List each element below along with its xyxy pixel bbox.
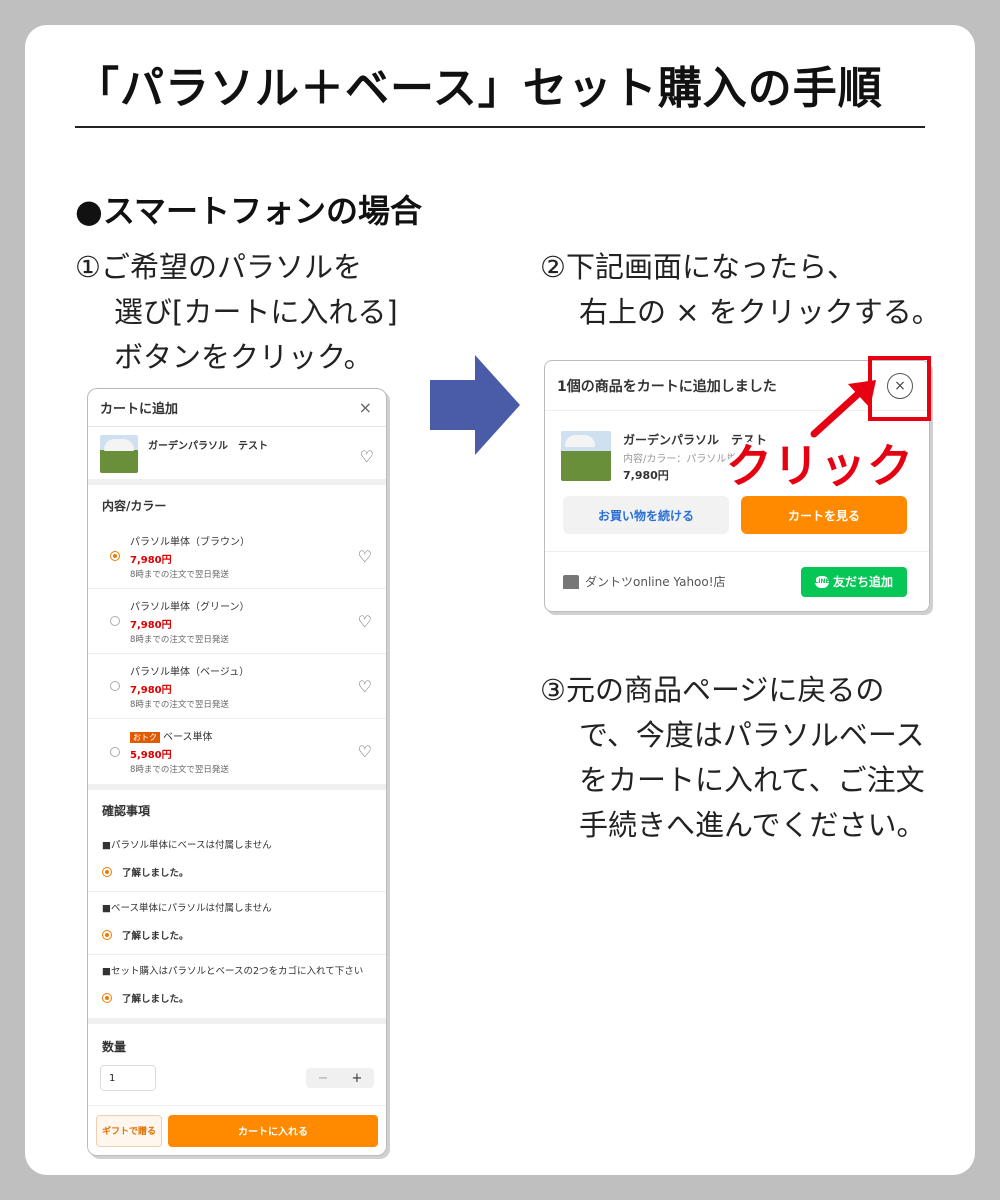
minus-icon[interactable]: −: [318, 1071, 329, 1086]
quantity-row: 1 − +: [88, 1065, 386, 1101]
heart-icon[interactable]: ♡: [358, 677, 372, 696]
radio-icon[interactable]: [110, 616, 120, 626]
heart-icon[interactable]: ♡: [360, 447, 374, 466]
heart-icon[interactable]: ♡: [358, 612, 372, 631]
step-2-line-2: 右上の × をクリックする。: [579, 295, 941, 329]
variant-price: 7,980円: [130, 554, 172, 566]
step-2-line-1: ②下記画面になったら、: [540, 250, 856, 284]
step-3-line-1: ③元の商品ページに戻るの: [540, 673, 885, 707]
line-icon: LINE: [814, 575, 830, 588]
confirm-text: ■パラソル単体にベースは付属しません: [102, 840, 272, 851]
step-2-text: ②下記画面になったら、 右上の × をクリックする。: [540, 245, 941, 335]
product-thumbnail: [561, 431, 611, 481]
step-1-line-2: 選び[カートに入れる]: [114, 295, 398, 329]
step-1-line-1: ①ご希望のパラソルを: [75, 250, 362, 284]
panel-footer: ギフトで贈る カートに入れる: [88, 1105, 386, 1155]
product-name: ガーデンパラソル テスト: [148, 441, 268, 452]
deal-badge: おトク: [130, 732, 160, 743]
confirm-option[interactable]: 了解しました。: [102, 928, 372, 942]
variant-option[interactable]: おトク ベース単体 5,980円 8時までの注文で翌日発送 ♡: [88, 719, 386, 784]
quantity-title: 数量: [102, 1040, 127, 1054]
product-thumbnail: [100, 435, 138, 473]
close-icon[interactable]: ×: [359, 398, 372, 417]
variant-option[interactable]: パラソル単体（ベージュ） 7,980円 8時までの注文で翌日発送 ♡: [88, 654, 386, 719]
step-3-line-4: 手続きへ進んでください。: [579, 808, 926, 842]
page-title: 「パラソル＋ベース」セット購入の手順: [75, 63, 883, 114]
confirm-item: ■セット購入はパラソルとベースの2つをカゴに入れて下さい 了解しました。: [88, 955, 386, 1018]
variant-name: パラソル単体（ブラウン）: [130, 536, 250, 548]
confirm-text: ■セット購入はパラソルとベースの2つをカゴに入れて下さい: [102, 966, 364, 977]
step-3-line-3: をカートに入れて、ご注文: [579, 763, 925, 797]
add-to-cart-panel: カートに追加 × ガーデンパラソル テスト ♡ 内容/カラー パラソル単体（ブラ…: [87, 388, 387, 1156]
gift-button[interactable]: ギフトで贈る: [96, 1114, 162, 1147]
radio-icon[interactable]: [110, 746, 120, 757]
title-divider: [75, 126, 925, 128]
variant-name: ベース単体: [163, 732, 213, 743]
quantity-stepper: − +: [306, 1068, 374, 1088]
variant-section-title: 内容/カラー: [102, 499, 167, 513]
store-icon: [563, 574, 579, 589]
add-to-cart-button[interactable]: カートに入れる: [168, 1114, 378, 1147]
confirm-ok-label: 了解しました。: [122, 994, 189, 1005]
store-name[interactable]: ダントツonline Yahoo!店: [585, 573, 801, 590]
confirm-option[interactable]: 了解しました。: [102, 991, 372, 1005]
variant-name: パラソル単体（グリーン）: [130, 601, 250, 613]
panel-title: カートに追加: [100, 402, 179, 417]
radio-selected-icon[interactable]: [110, 551, 120, 561]
step-3-text: ③元の商品ページに戻るの で、今度はパラソルベース をカートに入れて、ご注文 手…: [540, 668, 926, 848]
dialog-buttons: お買い物を続ける カートを見る: [545, 496, 929, 551]
variant-price: 7,980円: [130, 619, 172, 631]
heart-icon[interactable]: ♡: [358, 547, 372, 566]
variant-price: 5,980円: [130, 750, 172, 761]
line-button-label: 友だち追加: [832, 575, 893, 589]
variant-option[interactable]: パラソル単体（グリーン） 7,980円 8時までの注文で翌日発送 ♡: [88, 589, 386, 654]
step-3-line-2: で、今度はパラソルベース: [579, 718, 925, 752]
click-annotation: クリック: [726, 439, 914, 493]
variant-shipping: 8時までの注文で翌日発送: [130, 699, 229, 710]
variant-shipping: 8時までの注文で翌日発送: [130, 765, 229, 775]
continue-shopping-button[interactable]: お買い物を続ける: [563, 496, 729, 534]
step-1-text: ①ご希望のパラソルを 選び[カートに入れる] ボタンをクリック。: [75, 245, 398, 380]
variant-shipping: 8時までの注文で翌日発送: [130, 634, 229, 645]
step-1-line-3: ボタンをクリック。: [114, 340, 373, 374]
section-heading: ●スマートフォンの場合: [75, 192, 422, 230]
confirm-item: ■ベース単体にパラソルは付属しません 了解しました。: [88, 892, 386, 955]
variant-name: パラソル単体（ベージュ）: [130, 666, 250, 678]
quantity-input[interactable]: 1: [100, 1065, 156, 1091]
line-add-friend-button[interactable]: LINE 友だち追加: [801, 566, 907, 597]
radio-selected-icon[interactable]: [102, 993, 112, 1003]
confirm-text: ■ベース単体にパラソルは付属しません: [102, 903, 272, 914]
variant-price: 7,980円: [130, 684, 172, 696]
confirm-option[interactable]: 了解しました。: [102, 865, 372, 879]
radio-icon[interactable]: [110, 681, 120, 691]
confirm-section-title: 確認事項: [102, 804, 151, 818]
product-summary: ガーデンパラソル テスト ♡: [88, 427, 386, 485]
right-arrow-icon: [430, 355, 520, 455]
confirm-item: ■パラソル単体にベースは付属しません 了解しました。: [88, 829, 386, 892]
heart-icon[interactable]: ♡: [358, 742, 372, 761]
plus-icon[interactable]: +: [352, 1071, 363, 1086]
panel-header: カートに追加 ×: [88, 389, 386, 427]
dialog-footer: ダントツonline Yahoo!店 LINE 友だち追加: [545, 551, 929, 611]
variant-shipping: 8時までの注文で翌日発送: [130, 569, 229, 580]
variant-option[interactable]: パラソル単体（ブラウン） 7,980円 8時までの注文で翌日発送 ♡: [88, 524, 386, 589]
radio-selected-icon[interactable]: [102, 867, 112, 877]
view-cart-button[interactable]: カートを見る: [741, 496, 907, 534]
confirm-ok-label: 了解しました。: [122, 868, 189, 879]
variant-name-row: おトク ベース単体: [130, 728, 358, 743]
confirm-ok-label: 了解しました。: [122, 931, 189, 942]
radio-selected-icon[interactable]: [102, 930, 112, 940]
